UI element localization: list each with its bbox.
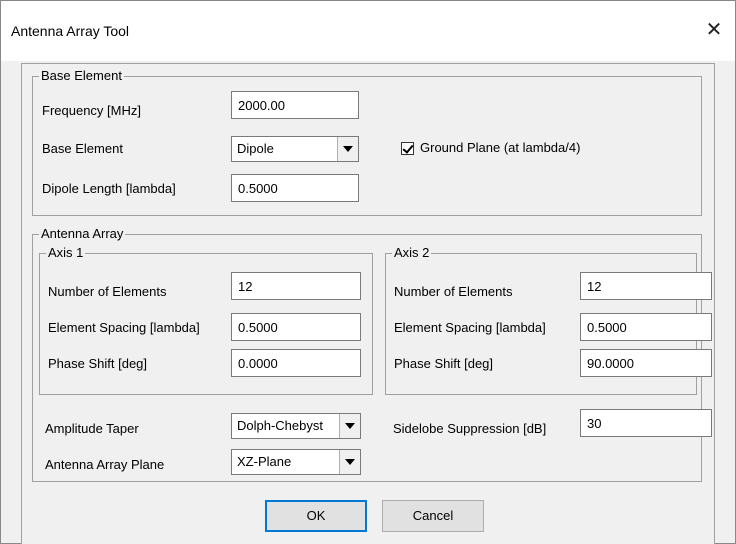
- chevron-down-icon[interactable]: [337, 137, 358, 161]
- dipole-length-input[interactable]: [231, 174, 359, 202]
- base-element-group: Base Element Frequency [MHz] Base Elemen…: [32, 69, 702, 216]
- axis1-phase-label: Phase Shift [deg]: [48, 356, 148, 371]
- axis2-phase-input[interactable]: [580, 349, 712, 377]
- axis2-legend: Axis 2: [392, 245, 432, 260]
- axis2-num-elements-input[interactable]: [580, 272, 712, 300]
- ground-plane-label[interactable]: Ground Plane (at lambda/4): [420, 140, 580, 156]
- axis1-group: Axis 1 Number of Elements Element Spacin…: [39, 246, 373, 395]
- axis1-legend: Axis 1: [46, 245, 86, 260]
- axis2-spacing-label: Element Spacing [lambda]: [394, 320, 546, 335]
- sidelobe-suppression-label: Sidelobe Suppression [dB]: [393, 421, 547, 436]
- amplitude-taper-select[interactable]: Dolph-Chebyst: [231, 413, 361, 439]
- antenna-array-plane-value: XZ-Plane: [237, 454, 292, 469]
- axis1-spacing-input[interactable]: [231, 313, 361, 341]
- base-element-label: Base Element: [42, 141, 123, 156]
- cancel-button[interactable]: Cancel: [382, 500, 484, 532]
- axis1-num-elements-label: Number of Elements: [48, 284, 167, 299]
- base-element-select[interactable]: Dipole: [231, 136, 359, 162]
- antenna-array-plane-label: Antenna Array Plane: [45, 457, 165, 472]
- antenna-array-legend: Antenna Array: [39, 226, 126, 241]
- window-title: Antenna Array Tool: [11, 23, 130, 39]
- dialog-window: Antenna Array Tool ✕ Base Element Freque…: [0, 0, 736, 544]
- frequency-input[interactable]: [231, 91, 359, 119]
- base-element-value: Dipole: [237, 141, 274, 156]
- axis2-phase-label: Phase Shift [deg]: [394, 356, 494, 371]
- chevron-down-icon[interactable]: [339, 414, 360, 438]
- sidelobe-suppression-input[interactable]: [580, 409, 712, 437]
- title-bar: Antenna Array Tool ✕: [1, 1, 735, 61]
- axis1-num-elements-input[interactable]: [231, 272, 361, 300]
- close-icon[interactable]: ✕: [699, 15, 729, 45]
- amplitude-taper-label: Amplitude Taper: [45, 421, 139, 436]
- amplitude-taper-value: Dolph-Chebyst: [237, 418, 323, 433]
- axis2-spacing-input[interactable]: [580, 313, 712, 341]
- base-element-legend: Base Element: [39, 68, 124, 83]
- axis1-spacing-label: Element Spacing [lambda]: [48, 320, 200, 335]
- antenna-array-plane-select[interactable]: XZ-Plane: [231, 449, 361, 475]
- axis1-phase-input[interactable]: [231, 349, 361, 377]
- chevron-down-icon[interactable]: [339, 450, 360, 474]
- outer-frame: Base Element Frequency [MHz] Base Elemen…: [21, 63, 715, 544]
- dipole-length-label: Dipole Length [lambda]: [42, 181, 176, 196]
- axis2-num-elements-label: Number of Elements: [394, 284, 513, 299]
- frequency-label: Frequency [MHz]: [42, 103, 141, 118]
- ok-button[interactable]: OK: [265, 500, 367, 532]
- dialog-content: Base Element Frequency [MHz] Base Elemen…: [1, 61, 735, 544]
- axis2-group: Axis 2 Number of Elements Element Spacin…: [385, 246, 712, 395]
- antenna-array-group: Antenna Array Axis 1 Number of Elements …: [32, 227, 712, 482]
- ground-plane-checkbox[interactable]: [401, 142, 414, 155]
